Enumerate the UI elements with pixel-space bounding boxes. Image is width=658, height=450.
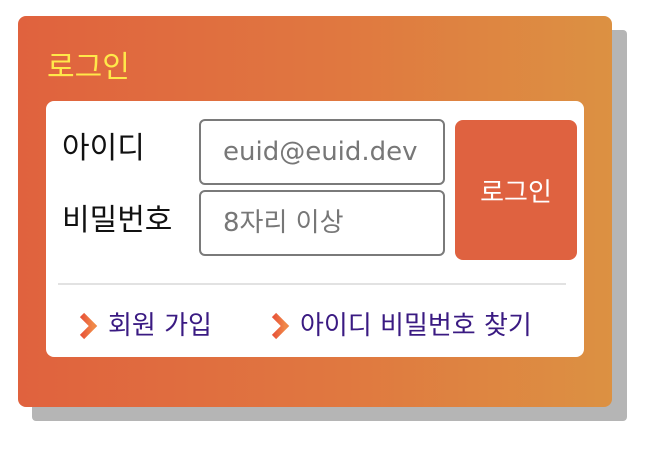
- id-label: 아이디: [62, 131, 145, 166]
- login-form: 아이디 비밀번호 로그인 회원 가입: [46, 101, 584, 357]
- chevron-right-icon: [79, 312, 98, 340]
- divider: [58, 283, 566, 285]
- login-widget: 로그인 아이디 비밀번호 로그인 회원 가입: [0, 0, 658, 450]
- chevron-right-icon: [271, 312, 290, 340]
- id-input[interactable]: [199, 119, 445, 185]
- password-label: 비밀번호: [62, 203, 173, 238]
- password-input[interactable]: [199, 190, 445, 256]
- find-account-link-label: 아이디 비밀번호 찾기: [300, 311, 532, 341]
- panel-title: 로그인: [47, 50, 130, 85]
- signup-link-label: 회원 가입: [108, 311, 212, 341]
- login-panel: 로그인 아이디 비밀번호 로그인 회원 가입: [18, 16, 612, 407]
- signup-link[interactable]: 회원 가입: [78, 309, 212, 343]
- find-account-link[interactable]: 아이디 비밀번호 찾기: [270, 309, 532, 343]
- login-button[interactable]: 로그인: [455, 120, 577, 260]
